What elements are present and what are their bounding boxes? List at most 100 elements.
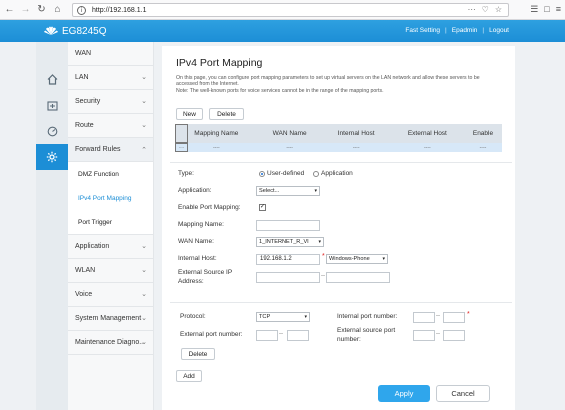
submenu-forward-rules: DMZ Function IPv4 Port Mapping Port Trig…	[68, 162, 153, 235]
menu-item-label: WAN	[75, 50, 92, 57]
menu-item-system-management[interactable]: System Management ⌄	[68, 307, 153, 331]
delete-button[interactable]: Delete	[209, 108, 244, 120]
pocket-icon[interactable]: ♡	[482, 5, 489, 14]
type-option-label: User-defined	[267, 170, 305, 177]
submenu-item-ipv4-port-mapping[interactable]: IPv4 Port Mapping	[68, 186, 153, 210]
icon-sidebar	[36, 42, 68, 410]
ext-source-ip-end-input[interactable]	[326, 272, 390, 283]
wan-name-value: 1_INTERNET_R_VI	[259, 239, 309, 245]
internal-host-label: Internal Host:	[178, 255, 217, 262]
column-header: Internal Host	[321, 124, 391, 143]
home-icon[interactable]	[36, 66, 68, 92]
menu-item-route[interactable]: Route ⌄	[68, 114, 153, 138]
required-marker: *	[467, 311, 470, 318]
external-source-port-end-input[interactable]	[443, 330, 465, 341]
table-cell: ----	[463, 143, 502, 152]
page-actions-icon[interactable]: ···	[468, 5, 476, 14]
back-icon[interactable]: ←	[3, 3, 16, 16]
divider	[170, 302, 512, 303]
info-icon[interactable]: i	[77, 5, 86, 15]
chevron-down-icon: ⌄	[141, 122, 147, 129]
protocol-label: Protocol:	[180, 313, 206, 320]
protocol-select[interactable]: TCP ▾	[256, 312, 310, 322]
application-value: Select...	[259, 188, 280, 194]
menu-item-voice[interactable]: Voice ⌄	[68, 283, 153, 307]
chevron-down-icon: ⌄	[141, 315, 147, 322]
home-icon[interactable]: ⌂	[51, 3, 64, 16]
internal-host-device-select[interactable]: Windows-Phone ▾	[326, 254, 388, 264]
submenu-item-dmz[interactable]: DMZ Function	[68, 162, 153, 186]
enable-checkbox[interactable]: ✓	[259, 204, 266, 211]
external-port-end-input[interactable]	[287, 330, 309, 341]
menu-item-label: Route	[75, 122, 94, 129]
menu-item-label: Application	[75, 243, 110, 250]
menu-item-maintenance[interactable]: Maintenance Diagno... ⌄	[68, 331, 153, 355]
internal-port-start-input[interactable]	[413, 312, 435, 323]
wan-name-label: WAN Name:	[178, 238, 214, 245]
speed-icon[interactable]	[36, 118, 68, 144]
type-application-radio[interactable]	[313, 171, 319, 177]
chevron-down-icon: ▾	[382, 256, 385, 262]
chevron-down-icon: ⌄	[141, 267, 147, 274]
menu-item-label: LAN	[75, 74, 89, 81]
menu-item-label: Voice	[75, 291, 93, 298]
main-panel: IPv4 Port Mapping On this page, you can …	[162, 46, 515, 410]
divider	[170, 162, 512, 163]
menu-item-wan[interactable]: WAN	[68, 42, 153, 66]
apply-button[interactable]: Apply	[378, 385, 430, 402]
sidebar-icon[interactable]: □	[544, 4, 549, 15]
chevron-up-icon: ⌃	[141, 147, 147, 154]
menu-item-wlan[interactable]: WLAN ⌄	[68, 259, 153, 283]
select-all-header[interactable]	[175, 124, 188, 143]
external-source-port-label: External source port number:	[337, 327, 396, 343]
chevron-down-icon: ⌄	[141, 339, 147, 346]
bookmark-icon[interactable]: ☆	[495, 5, 502, 14]
separator: |	[482, 27, 485, 34]
status-icon[interactable]	[36, 92, 68, 118]
reload-icon[interactable]: ↻	[35, 3, 48, 16]
delete-port-button[interactable]: Delete	[181, 348, 215, 360]
chevron-down-icon: ⌄	[141, 291, 147, 298]
menu-item-security[interactable]: Security ⌄	[68, 90, 153, 114]
brand-name: EG8245Q	[62, 25, 107, 37]
cancel-button[interactable]: Cancel	[436, 385, 490, 402]
page-description: On this page, you can configure port map…	[176, 75, 480, 94]
wan-name-select[interactable]: 1_INTERNET_R_VI ▾	[256, 237, 324, 247]
table-cell: ----	[321, 143, 391, 152]
library-icon[interactable]: ☰	[530, 4, 538, 15]
table-row[interactable]: ---- ---- ---- ---- ---- ----	[175, 143, 502, 152]
new-button[interactable]: New	[176, 108, 203, 120]
ext-source-ip-label: External Source IP Address:	[178, 269, 233, 285]
menu-item-forward-rules[interactable]: Forward Rules ⌃	[68, 138, 153, 162]
type-user-defined-radio[interactable]	[259, 171, 265, 177]
user-link[interactable]: Epadmin	[452, 27, 478, 34]
application-label: Application:	[178, 187, 212, 194]
external-port-start-input[interactable]	[256, 330, 278, 341]
settings-icon[interactable]	[36, 144, 68, 170]
enable-label: Enable Port Mapping:	[178, 204, 241, 211]
submenu-item-port-trigger[interactable]: Port Trigger	[68, 210, 153, 234]
application-select[interactable]: Select... ▾	[256, 186, 320, 196]
menu-item-label: Security	[75, 98, 101, 105]
range-separator: --	[279, 331, 283, 337]
internal-host-input[interactable]: 192.168.1.2	[256, 254, 320, 265]
menu-item-label: System Management	[75, 315, 142, 322]
logout-link[interactable]: Logout	[489, 27, 509, 34]
menu-item-lan[interactable]: LAN ⌄	[68, 66, 153, 90]
chevron-down-icon: ▾	[314, 188, 317, 194]
external-source-port-start-input[interactable]	[413, 330, 435, 341]
internal-port-end-input[interactable]	[443, 312, 465, 323]
ext-source-ip-start-input[interactable]	[256, 272, 320, 283]
forward-icon[interactable]: →	[19, 3, 32, 16]
fast-setting-link[interactable]: Fast Setting	[405, 27, 440, 34]
add-button[interactable]: Add	[176, 370, 202, 382]
mapping-name-input[interactable]	[256, 220, 320, 231]
menu-icon[interactable]: ≡	[556, 4, 561, 15]
chevron-down-icon: ▾	[304, 314, 307, 320]
url-text: http://192.168.1.1	[92, 6, 147, 14]
huawei-logo-icon	[44, 26, 58, 35]
menu-item-label: WLAN	[75, 267, 96, 274]
required-marker: *	[322, 253, 325, 260]
url-bar[interactable]: i http://192.168.1.1 ··· ♡ ☆	[72, 3, 509, 17]
menu-item-application[interactable]: Application ⌄	[68, 235, 153, 259]
